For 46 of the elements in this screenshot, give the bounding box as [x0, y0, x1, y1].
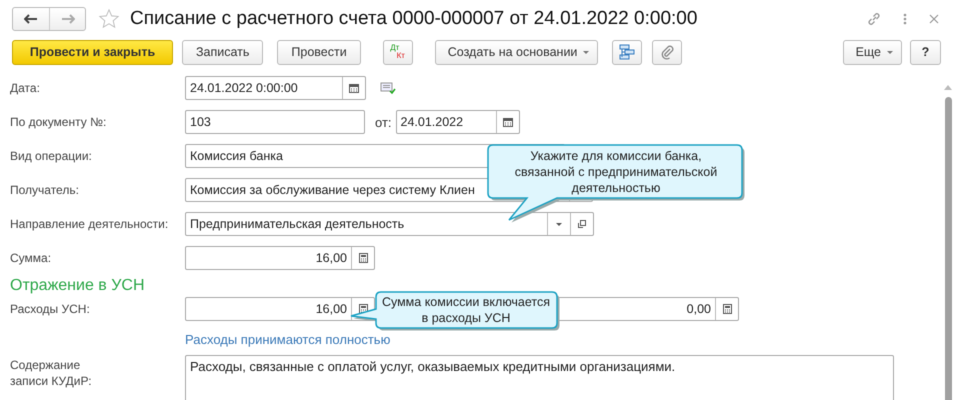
section-heading: Отражение в УСН: [10, 277, 146, 295]
field-label: Направление деятельности:: [10, 217, 170, 231]
caret-icon: [583, 50, 590, 54]
date-field[interactable]: 24.01.2022: [396, 110, 520, 134]
field-label: Сумма:: [10, 251, 52, 265]
field-label: Дата:: [10, 81, 41, 95]
link-icon[interactable]: [867, 12, 881, 26]
toolbar-button[interactable]: Записать: [182, 40, 264, 64]
field-label: Получатель:: [10, 183, 80, 197]
attach-button[interactable]: [652, 40, 682, 64]
calculator-icon: [722, 304, 732, 314]
right-arrow-icon: [60, 14, 74, 24]
hierarchy-icon: [619, 44, 636, 60]
calculator-icon: [358, 253, 368, 263]
calendar-icon: [502, 117, 513, 127]
caret-icon: [887, 50, 893, 54]
field-label: Вид операции:: [10, 149, 93, 163]
scrollbar[interactable]: [945, 97, 952, 400]
field-label: Содержание записи КУДиР:: [10, 357, 93, 389]
date-field[interactable]: 24.01.2022 0:00:00: [185, 76, 366, 100]
document-number-field[interactable]: 103: [185, 110, 365, 134]
calendar-icon: [349, 83, 359, 93]
dt-kt-button[interactable]: Дт Кт: [382, 40, 413, 64]
field-label: Расходы УСН:: [10, 302, 91, 316]
amount-field[interactable]: 16,00: [185, 246, 375, 270]
expenses-link[interactable]: Расходы принимаются полностью: [185, 332, 390, 346]
more-icon[interactable]: [903, 13, 907, 25]
create-based-on-button[interactable]: Создать на основании: [434, 40, 598, 64]
post-and-close-button[interactable]: Провести и закрыть: [12, 40, 173, 64]
star-icon[interactable]: [98, 8, 120, 30]
usn-expense-field[interactable]: 16,00: [185, 297, 375, 321]
activity-field[interactable]: Предпринимательская деятельность: [185, 212, 594, 236]
more-button[interactable]: Еще: [842, 40, 902, 64]
open-icon: [577, 219, 587, 229]
structure-button[interactable]: [612, 40, 642, 64]
window-title: Списание с расчетного счета 0000-000007 от 24.01.2022 0:00:00: [130, 8, 698, 30]
paperclip-icon: [660, 44, 674, 60]
help-button[interactable]: ?: [910, 40, 941, 64]
field-label: По документу №:: [10, 115, 108, 129]
toolbar-button[interactable]: Провести: [277, 40, 361, 64]
field-label: от:: [375, 114, 392, 130]
close-icon[interactable]: [929, 14, 939, 24]
scroll-up-icon[interactable]: [944, 85, 952, 90]
document-check-icon[interactable]: [380, 82, 396, 94]
left-arrow-icon: [24, 14, 38, 24]
memo-field[interactable]: Расходы, связанные с оплатой услуг, оказываемых кредитными организациями.: [185, 355, 894, 400]
